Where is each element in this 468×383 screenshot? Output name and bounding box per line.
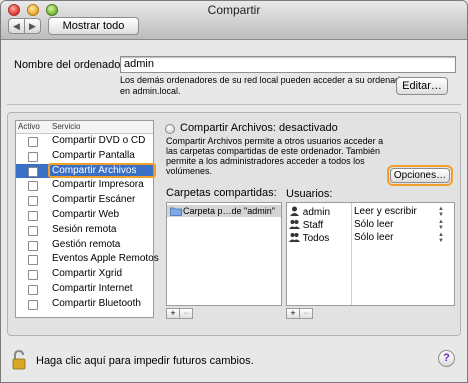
status-indicator-icon (165, 124, 175, 134)
edit-button[interactable]: Editar… (396, 77, 448, 95)
help-button[interactable]: ? (438, 350, 455, 367)
add-user-button[interactable]: + (286, 308, 300, 319)
options-button[interactable]: Opciones… (390, 168, 450, 183)
service-name: Eventos Apple Remotos (52, 253, 159, 265)
user-name: Todos (302, 233, 330, 244)
permission-stepper-icon[interactable]: ▲ ▼ (437, 206, 445, 218)
sharing-panel: Activo Servicio Compartir DVD o CD Compar… (7, 112, 461, 336)
shared-folders-label: Carpetas compartidas: (166, 187, 277, 199)
service-column-header[interactable]: Servicio (52, 122, 80, 131)
back-button[interactable]: ◀ (8, 18, 25, 34)
service-row[interactable]: Compartir Archivos (16, 162, 156, 179)
service-name: Gestión remota (52, 238, 121, 250)
service-row[interactable]: Compartir Internet (16, 282, 153, 297)
permission-stepper-icon[interactable]: ▲ ▼ (437, 232, 445, 244)
service-active-checkbox[interactable] (28, 210, 38, 221)
service-name: Compartir Escáner (52, 194, 136, 206)
forward-arrow-icon: ▶ (29, 21, 36, 31)
computer-name-hint-line1: Los demás ordenadores de su red local pu… (120, 75, 409, 85)
service-row[interactable]: Gestión remota (16, 238, 153, 253)
section-divider (7, 104, 461, 105)
service-name: Compartir Bluetooth (52, 297, 141, 309)
service-active-checkbox[interactable] (28, 284, 38, 295)
computer-name-hint-line2: en admin.local. (120, 86, 181, 96)
service-active-checkbox[interactable] (28, 270, 38, 281)
users-label: Usuarios: (286, 188, 333, 200)
service-row[interactable]: Compartir Pantalla (16, 149, 153, 164)
active-column-header[interactable]: Activo (18, 122, 40, 131)
service-description-line4: volúmenes. (166, 166, 213, 176)
service-active-checkbox[interactable] (28, 255, 38, 266)
service-row[interactable]: Compartir Bluetooth (16, 297, 153, 312)
lock-icon[interactable] (12, 350, 26, 370)
shared-folder-row[interactable]: Carpeta p…de "admin" (167, 205, 281, 217)
split-handle-icon[interactable]: ⋅ (280, 252, 283, 261)
title-bar: Compartir ◀ ▶ Mostrar todo (1, 1, 467, 40)
add-folder-button[interactable]: + (166, 308, 180, 319)
service-active-checkbox[interactable] (28, 137, 38, 147)
service-active-checkbox[interactable] (28, 166, 38, 177)
service-row[interactable]: Compartir Escáner (16, 193, 153, 208)
service-row[interactable]: Compartir Impresora (16, 178, 153, 193)
service-name: Compartir Impresora (52, 179, 144, 191)
single-user-icon (290, 206, 299, 216)
remove-folder-button[interactable]: − (179, 308, 193, 319)
permission-stepper-icon[interactable]: ▲ ▼ (437, 219, 445, 231)
service-active-checkbox[interactable] (28, 151, 38, 162)
user-permission[interactable]: Leer y escribir (354, 206, 417, 218)
shared-folders-list: Carpeta p…de "admin" (166, 202, 282, 306)
service-status: Compartir Archivos: desactivado (180, 122, 338, 134)
service-name: Compartir Pantalla (52, 149, 135, 161)
service-name: Compartir Internet (52, 282, 133, 294)
shared-folder-name: Carpeta p…de "admin" (183, 206, 275, 216)
user-row[interactable]: Staff Sólo leer ▲ ▼ (287, 219, 454, 231)
service-row[interactable]: Compartir Xgrid (16, 267, 153, 282)
service-row[interactable]: Compartir Web (16, 208, 153, 223)
lock-message[interactable]: Haga clic aquí para impedir futuros camb… (36, 355, 254, 367)
service-list: Activo Servicio Compartir DVD o CD Compar… (15, 120, 159, 318)
service-name: Compartir DVD o CD (52, 135, 146, 146)
user-name: admin (302, 207, 331, 218)
service-row[interactable]: Compartir DVD o CD (16, 134, 153, 149)
user-row[interactable]: Todos Sólo leer ▲ ▼ (287, 232, 454, 244)
service-name: Compartir Xgrid (52, 268, 123, 280)
computer-name-label: Nombre del ordenador: (14, 59, 128, 71)
selected-service-focus-ring (48, 162, 156, 178)
service-name: Compartir Web (52, 208, 120, 220)
group-icon (289, 233, 300, 242)
group-icon (289, 220, 300, 229)
service-active-checkbox[interactable] (28, 181, 38, 192)
remove-user-button[interactable]: − (299, 308, 313, 319)
computer-name-field[interactable]: admin (120, 56, 456, 73)
sharing-window: Compartir ◀ ▶ Mostrar todo Nombre del or… (0, 0, 468, 383)
user-row[interactable]: admin Leer y escribir ▲ ▼ (287, 206, 454, 218)
service-active-checkbox[interactable] (28, 240, 38, 251)
folder-icon (170, 207, 182, 216)
user-permission[interactable]: Sólo leer (354, 232, 393, 244)
service-row[interactable]: Sesión remota (16, 223, 153, 238)
user-name: Staff (302, 220, 324, 231)
users-list: admin Leer y escribir ▲ ▼ Staff Sólo leer… (286, 202, 455, 306)
service-active-checkbox[interactable] (28, 225, 38, 236)
forward-button[interactable]: ▶ (24, 18, 41, 34)
window-title: Compartir (207, 3, 261, 17)
service-rows: Compartir DVD o CD Compartir Pantalla Comp… (16, 134, 159, 312)
service-row[interactable]: Eventos Apple Remotos (16, 252, 159, 267)
service-name: Sesión remota (52, 223, 117, 235)
service-active-checkbox[interactable] (28, 299, 38, 310)
service-list-header: Activo Servicio (16, 121, 153, 134)
back-arrow-icon: ◀ (13, 21, 20, 31)
show-all-button[interactable]: Mostrar todo (48, 17, 139, 35)
user-permission[interactable]: Sólo leer (354, 219, 393, 231)
service-active-checkbox[interactable] (28, 196, 38, 207)
